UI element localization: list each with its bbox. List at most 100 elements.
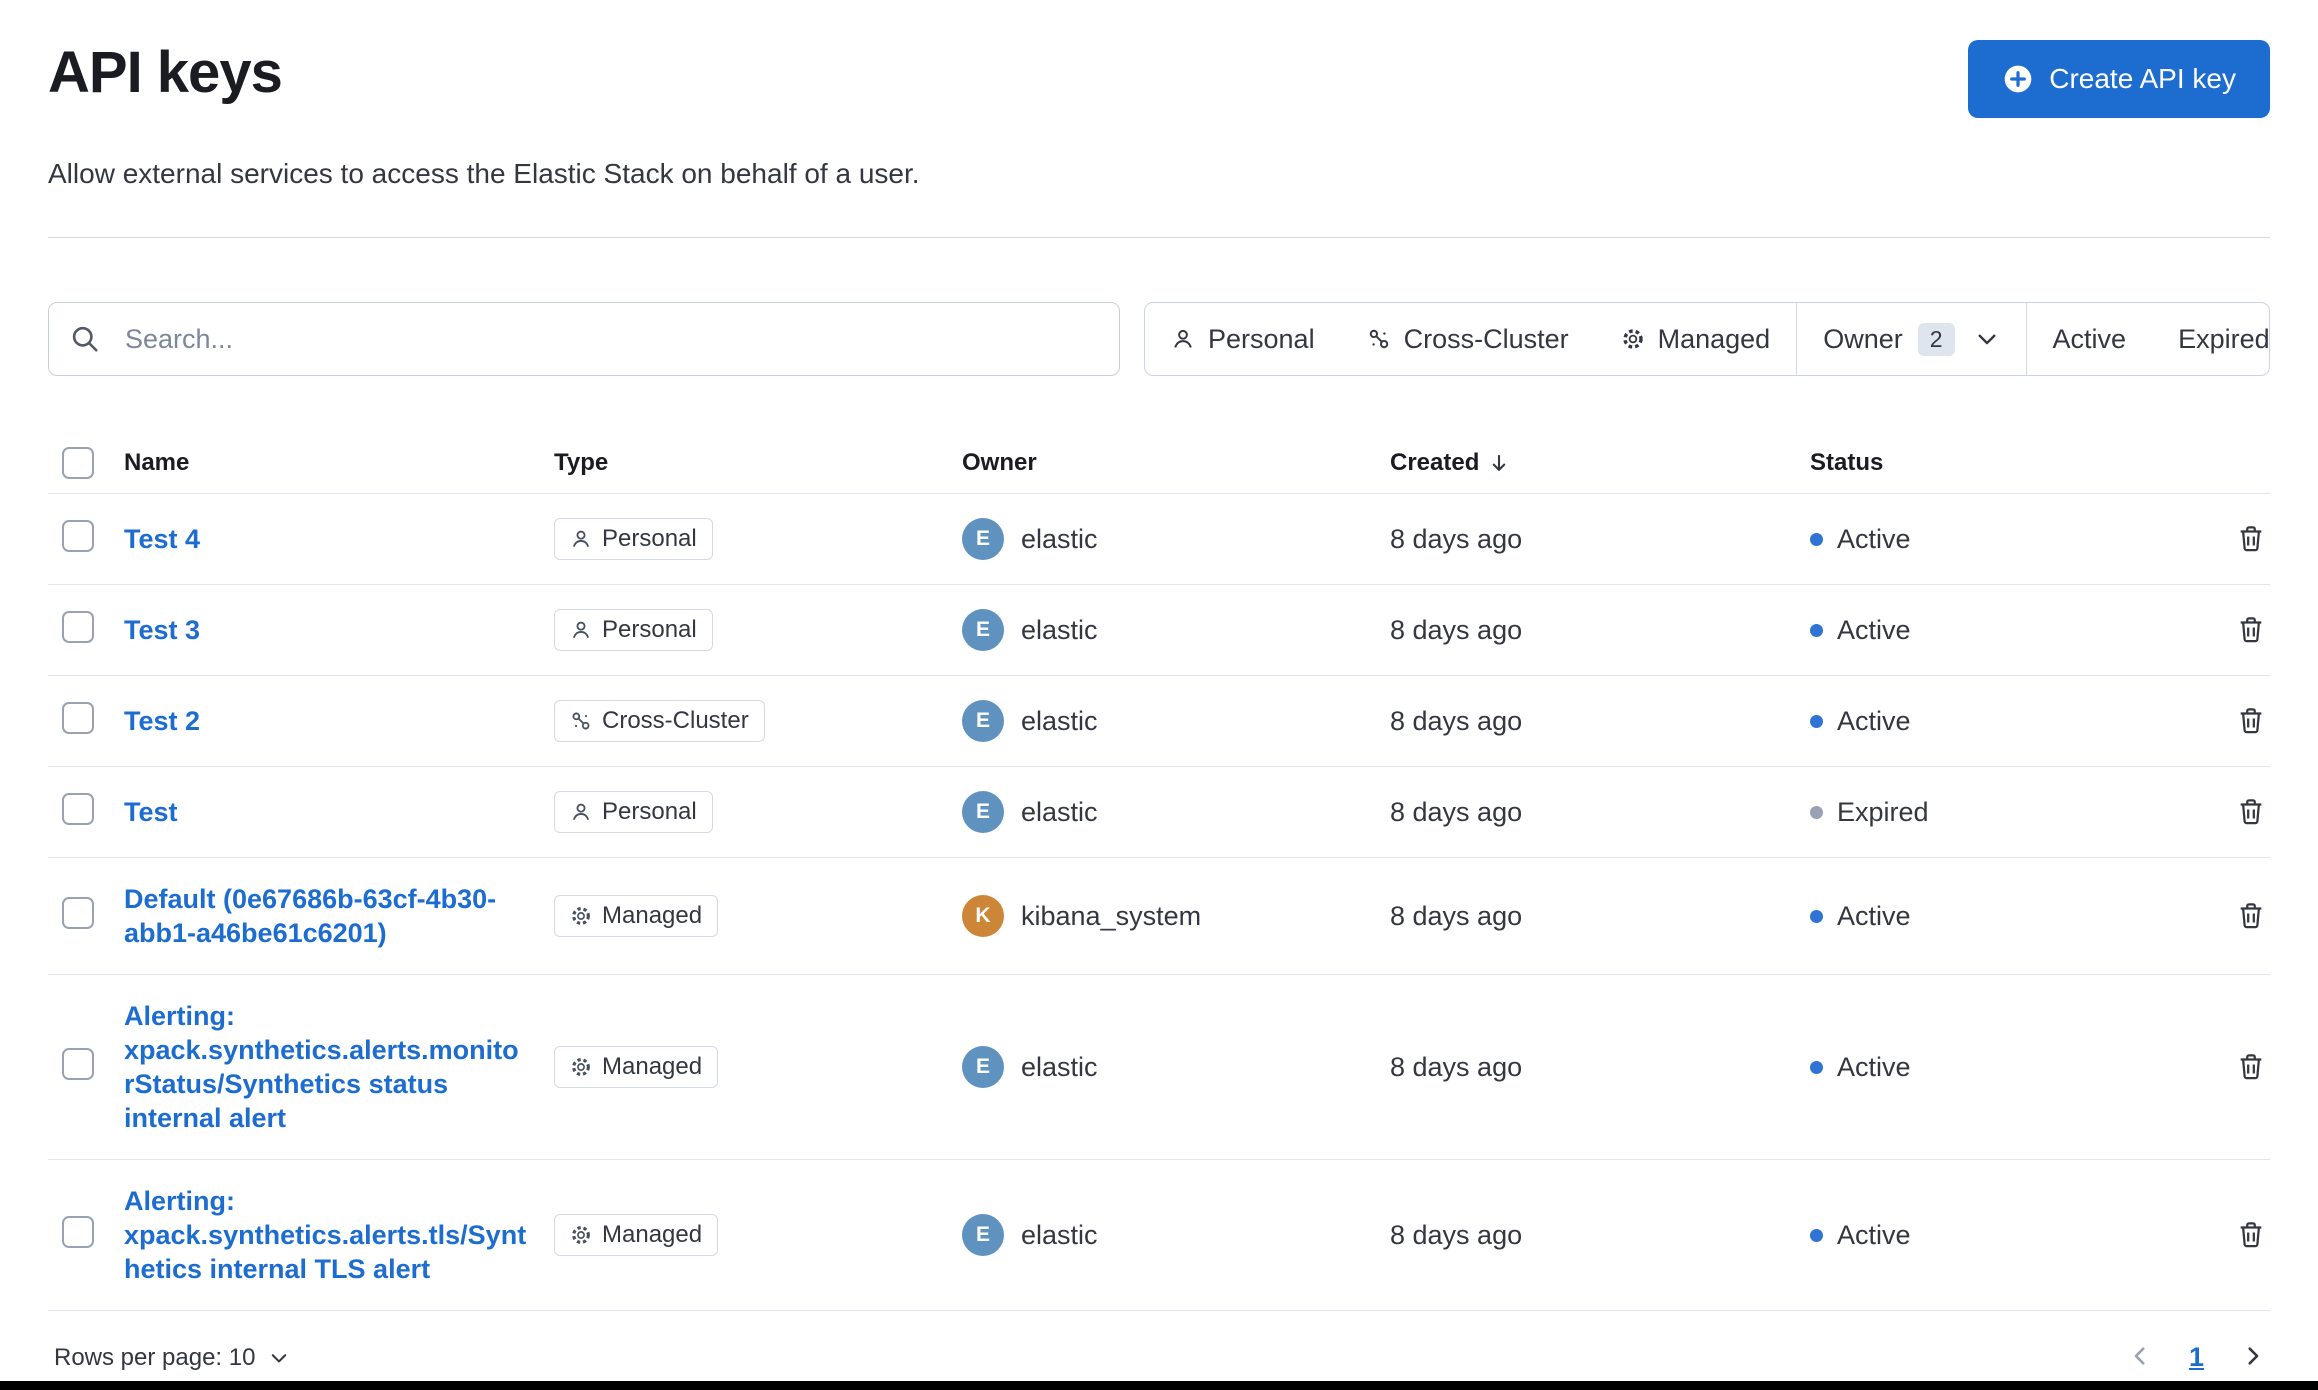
rows-per-page-button[interactable]: Rows per page: 10 (48, 1343, 296, 1373)
select-all-checkbox[interactable] (62, 446, 94, 479)
column-header-status[interactable]: Status (1810, 449, 2218, 477)
status-label: Active (1837, 523, 1911, 554)
row-select-cell (48, 873, 124, 960)
owner-header-label: Owner (962, 448, 1037, 476)
column-header-name[interactable]: Name (124, 449, 554, 477)
search-box (48, 302, 1120, 376)
type-cell: Managed (554, 871, 962, 961)
delete-button[interactable] (2236, 614, 2266, 647)
pagination: 1 (2127, 1341, 2270, 1374)
page-number-1[interactable]: 1 (2183, 1341, 2210, 1374)
type-badge: Managed (554, 895, 719, 937)
filter-expired[interactable]: Expired (2152, 303, 2270, 375)
type-badge-label: Managed (602, 1221, 703, 1248)
owner-avatar: E (962, 1214, 1004, 1256)
delete-button[interactable] (2236, 1219, 2266, 1252)
trash-icon (2236, 523, 2266, 556)
name-cell: Alerting: xpack.synthetics.alerts.tls/Sy… (124, 1160, 554, 1310)
status-header-label: Status (1810, 448, 1884, 476)
chevron-right-icon (2240, 1343, 2266, 1372)
filter-personal[interactable]: Personal (1145, 303, 1341, 375)
create-api-key-button[interactable]: Create API key (1968, 40, 2270, 118)
row-checkbox[interactable] (62, 610, 94, 643)
status-label: Expired (1837, 796, 1929, 827)
filter-expired-label: Expired (2178, 323, 2270, 354)
type-cell: Cross-Cluster (554, 676, 962, 766)
screen-bottom-bar (0, 1381, 2318, 1390)
type-badge-label: Personal (602, 616, 697, 643)
row-select-cell (48, 1024, 124, 1111)
delete-button[interactable] (2236, 523, 2266, 556)
row-select-cell (48, 496, 124, 583)
row-select-cell (48, 769, 124, 856)
filter-cross-cluster[interactable]: Cross-Cluster (1341, 303, 1595, 375)
status-label: Active (1837, 900, 1911, 931)
owner-name: elastic (1021, 1051, 1098, 1082)
delete-button[interactable] (2236, 796, 2266, 829)
table-row: Default (0e67686b-63cf-4b30-abb1-a46be61… (48, 858, 2270, 975)
status-dot (1810, 1228, 1823, 1242)
previous-page-button[interactable] (2127, 1343, 2153, 1372)
table-row: Test 3 Personal E elastic 8 days ago Act… (48, 585, 2270, 676)
filter-owner[interactable]: Owner 2 (1796, 303, 2027, 375)
row-checkbox[interactable] (62, 519, 94, 552)
status-dot (1810, 1060, 1823, 1074)
filter-managed-label: Managed (1657, 323, 1771, 354)
delete-button[interactable] (2236, 1051, 2266, 1084)
type-badge-label: Personal (602, 798, 697, 825)
row-select-cell (48, 1192, 124, 1279)
column-header-type[interactable]: Type (554, 449, 962, 477)
chevron-down-icon (268, 1347, 290, 1369)
name-cell: Test 2 (124, 680, 554, 762)
column-header-created[interactable]: Created (1390, 449, 1810, 477)
actions-cell (2218, 772, 2270, 853)
row-checkbox[interactable] (62, 792, 94, 825)
owner-count-badge: 2 (1917, 322, 1955, 356)
owner-name: elastic (1021, 705, 1098, 736)
row-checkbox[interactable] (62, 896, 94, 929)
filter-cross-cluster-label: Cross-Cluster (1403, 323, 1569, 354)
table-header-row: Name Type Owner Created Status (48, 432, 2270, 494)
api-key-name-link[interactable]: Default (0e67686b-63cf-4b30-abb1-a46be61… (124, 882, 528, 950)
owner-avatar: E (962, 791, 1004, 833)
column-header-owner[interactable]: Owner (962, 449, 1390, 477)
plus-circle-icon (2002, 63, 2034, 95)
filter-managed[interactable]: Managed (1595, 303, 1797, 375)
type-badge: Cross-Cluster (554, 700, 765, 742)
next-page-button[interactable] (2240, 1343, 2266, 1372)
filter-active[interactable]: Active (2027, 303, 2153, 375)
filter-bar: Personal Cross-Cluster Managed Owner 2 A… (1144, 302, 2270, 376)
row-checkbox[interactable] (62, 701, 94, 734)
person-icon (570, 528, 592, 550)
owner-cell: E elastic (962, 767, 1390, 857)
created-cell: 8 days ago (1390, 614, 1523, 645)
actions-cell (2218, 876, 2270, 957)
api-key-name-link[interactable]: Test 4 (124, 522, 200, 556)
row-select-cell (48, 678, 124, 765)
created-header-label: Created (1390, 448, 1480, 476)
gear-icon (570, 1056, 592, 1078)
filter-personal-label: Personal (1208, 323, 1315, 354)
delete-button[interactable] (2236, 900, 2266, 933)
status-label: Active (1837, 1051, 1911, 1082)
delete-button[interactable] (2236, 705, 2266, 738)
row-checkbox[interactable] (62, 1215, 94, 1248)
gear-icon (1621, 327, 1645, 351)
type-badge: Personal (554, 609, 713, 651)
row-checkbox[interactable] (62, 1047, 94, 1080)
actions-cell (2218, 590, 2270, 671)
created-cell: 8 days ago (1390, 1051, 1523, 1082)
api-keys-page: API keys Create API key Allow external s… (0, 0, 2318, 1374)
api-key-name-link[interactable]: Test (124, 795, 178, 829)
chevron-left-icon (2127, 1343, 2153, 1372)
api-key-name-link[interactable]: Alerting: xpack.synthetics.alerts.monito… (124, 999, 528, 1135)
table-row: Alerting: xpack.synthetics.alerts.monito… (48, 975, 2270, 1160)
api-key-name-link[interactable]: Alerting: xpack.synthetics.alerts.tls/Sy… (124, 1184, 528, 1286)
cross-cluster-icon (570, 710, 592, 732)
status-cell: Active (1810, 682, 2218, 761)
search-input[interactable] (48, 302, 1120, 376)
name-header-label: Name (124, 448, 190, 476)
api-key-name-link[interactable]: Test 3 (124, 613, 200, 647)
create-api-key-label: Create API key (2049, 63, 2236, 94)
api-key-name-link[interactable]: Test 2 (124, 704, 200, 738)
